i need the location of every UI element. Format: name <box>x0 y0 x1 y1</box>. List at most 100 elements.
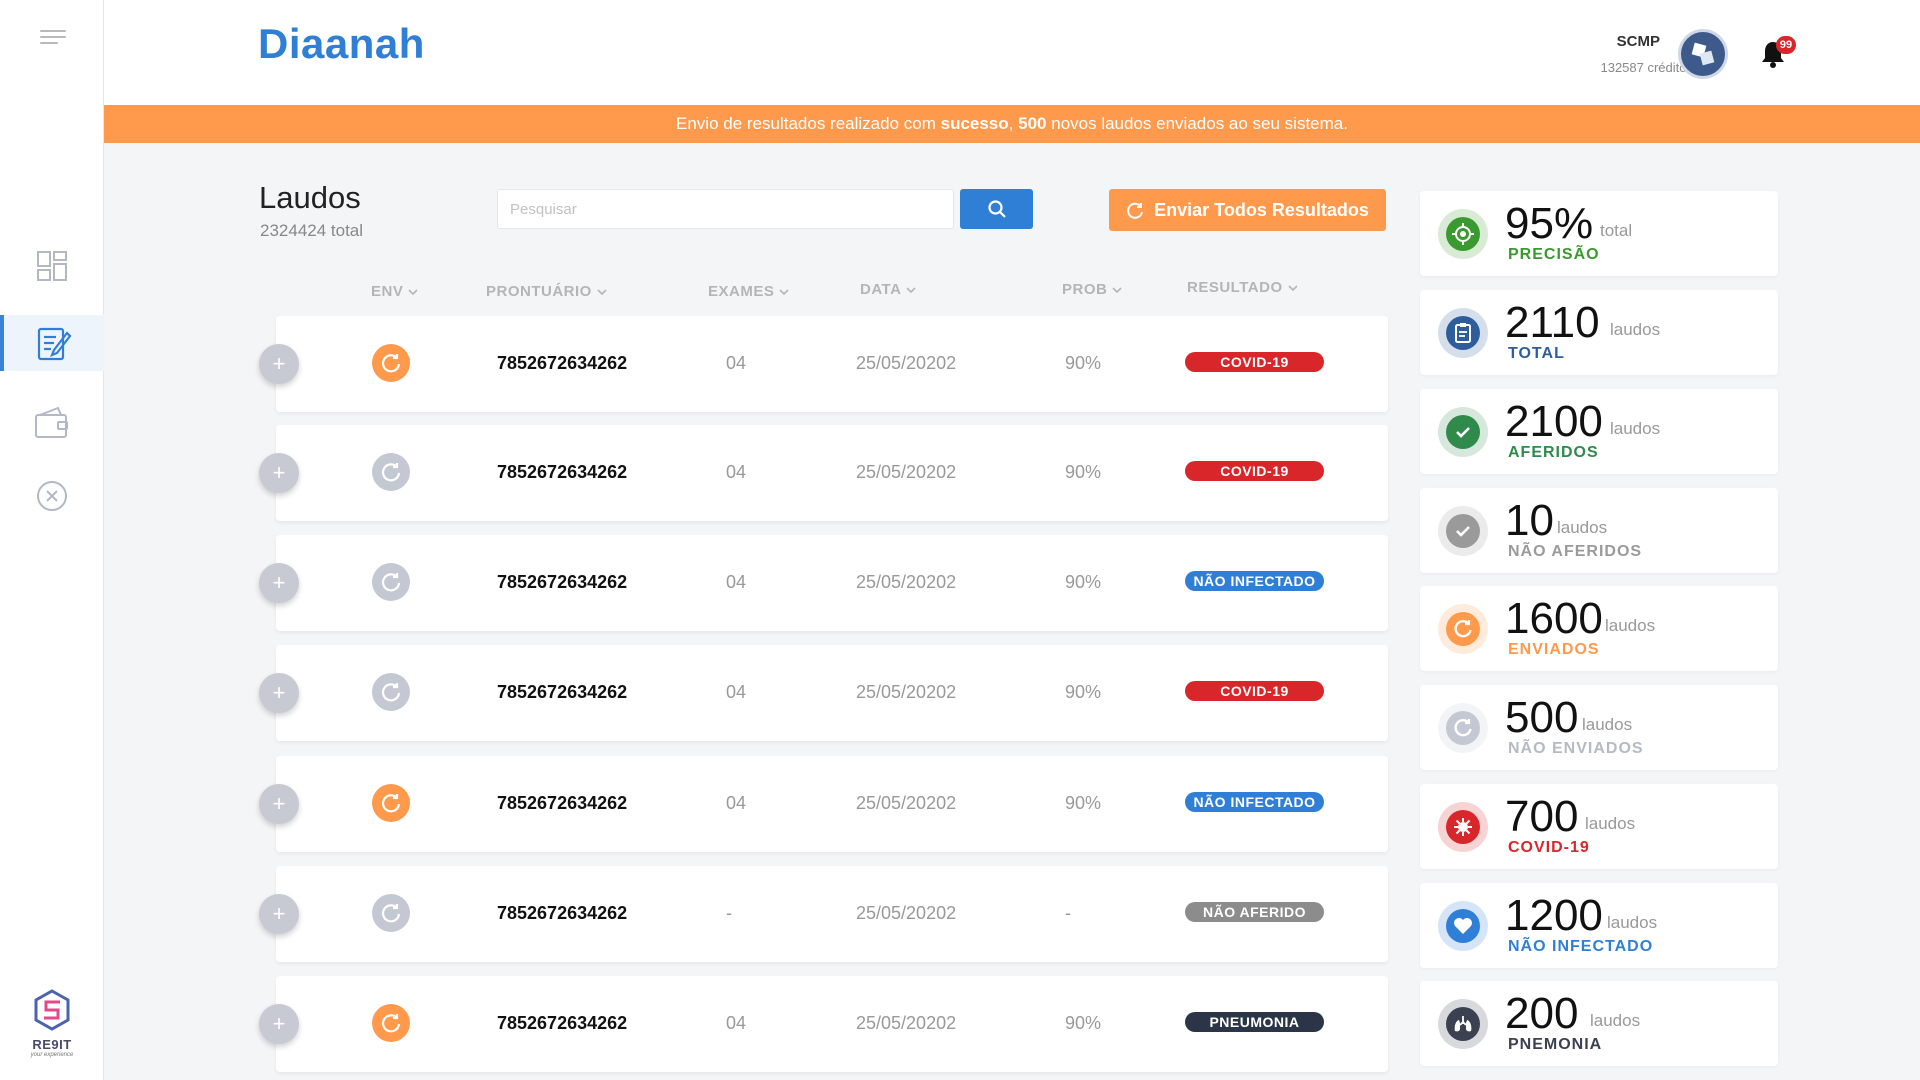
banner-text-prefix: Envio de resultados realizado com <box>676 114 936 133</box>
stat-card[interactable]: 10 laudos NÃO AFERIDOS <box>1420 488 1778 573</box>
chevron-down-icon <box>906 286 917 293</box>
env-status-button[interactable] <box>372 453 410 491</box>
stat-unit: laudos <box>1590 1011 1641 1030</box>
expand-row-button[interactable]: + <box>259 453 299 493</box>
expand-row-button[interactable]: + <box>259 344 299 384</box>
expand-row-button[interactable]: + <box>259 784 299 824</box>
stat-icon-ring <box>1438 308 1488 358</box>
virus-icon <box>1454 818 1472 836</box>
cell-prob: 90% <box>1065 353 1102 373</box>
sidebar-item-dashboard[interactable] <box>0 238 104 294</box>
search-input[interactable] <box>497 189 954 229</box>
env-status-button[interactable] <box>372 1004 410 1042</box>
expand-row-button[interactable]: + <box>259 563 299 603</box>
app-logo[interactable]: Diaanah <box>258 20 425 68</box>
cell-exames: 04 <box>726 572 747 592</box>
column-header-prontuario[interactable]: PRONTUÁRIO <box>486 283 607 300</box>
dashboard-icon <box>37 251 67 281</box>
stat-unit: laudos <box>1605 616 1656 635</box>
header: Diaanah SCMP 132587 créditos 99 <box>104 0 1920 105</box>
send-all-button[interactable]: Enviar Todos Resultados <box>1109 189 1386 231</box>
stat-card[interactable]: 1200 laudos NÃO INFECTADO <box>1420 883 1778 968</box>
stat-card[interactable]: 700 laudos COVID-19 <box>1420 784 1778 869</box>
env-status-button[interactable] <box>372 563 410 601</box>
column-header-prob[interactable]: PROB <box>1062 281 1122 298</box>
sidebar-item-laudos[interactable] <box>0 315 104 371</box>
chevron-down-icon <box>1288 284 1298 291</box>
sync-icon <box>381 573 401 592</box>
column-header-data[interactable]: DATA <box>860 281 917 298</box>
brand-tagline: your experience <box>30 1052 74 1058</box>
cell-exames: 04 <box>726 353 747 373</box>
cell-data: 25/05/20202 <box>856 793 957 813</box>
env-status-button[interactable] <box>372 784 410 822</box>
env-status-button[interactable] <box>372 673 410 711</box>
menu-icon[interactable] <box>40 30 66 46</box>
expand-row-button[interactable]: + <box>259 894 299 934</box>
avatar[interactable] <box>1678 29 1728 79</box>
status-badge: COVID-19 <box>1185 352 1324 372</box>
report-edit-icon <box>37 327 72 361</box>
cell-prontuario: 7852672634262 <box>497 682 628 702</box>
chevron-down-icon <box>1112 286 1122 293</box>
cell-prontuario: 7852672634262 <box>497 793 628 813</box>
search-icon <box>987 200 1006 218</box>
send-all-label: Enviar Todos Resultados <box>1154 199 1369 220</box>
cell-prob: - <box>1065 903 1071 923</box>
sync-icon <box>1454 619 1472 638</box>
stat-icon-badge <box>1446 711 1480 745</box>
stat-card[interactable]: 2110 laudos TOTAL <box>1420 290 1778 375</box>
stat-icon-badge <box>1446 909 1480 943</box>
stat-value: 1600 <box>1505 594 1603 643</box>
column-header-exames[interactable]: EXAMES <box>708 283 789 300</box>
stat-icon-badge <box>1446 810 1480 844</box>
cell-prob: 90% <box>1065 572 1102 592</box>
sidebar-item-wallet[interactable] <box>0 394 104 450</box>
stat-card[interactable]: 200 laudos PNEMONIA <box>1420 981 1778 1066</box>
cell-prob: 90% <box>1065 462 1102 482</box>
plus-icon: + <box>272 1011 286 1036</box>
stat-icon-ring <box>1438 901 1488 951</box>
sidebar-item-cancel[interactable] <box>0 468 104 524</box>
stat-icon-badge <box>1446 514 1480 548</box>
stat-label: PRECISÃO <box>1508 246 1600 263</box>
cell-exames: 04 <box>726 1013 747 1033</box>
wallet-icon <box>35 406 68 438</box>
stat-icon-ring <box>1438 999 1488 1049</box>
stat-unit: laudos <box>1607 913 1658 932</box>
sync-icon <box>1127 202 1144 219</box>
sync-icon <box>381 463 401 482</box>
stat-label: AFERIDOS <box>1508 444 1599 461</box>
expand-row-button[interactable]: + <box>259 673 299 713</box>
status-badge: NÃO INFECTADO <box>1185 571 1324 591</box>
stat-unit: laudos <box>1582 715 1633 734</box>
stat-card[interactable]: 95% total PRECISÃO <box>1420 191 1778 276</box>
stat-unit: laudos <box>1557 518 1608 537</box>
stat-card[interactable]: 500 laudos NÃO ENVIADOS <box>1420 685 1778 770</box>
stat-value: 10 <box>1505 496 1554 545</box>
user-name: SCMP <box>1616 33 1660 50</box>
stat-value: 95% <box>1505 199 1594 248</box>
plus-icon: + <box>272 680 286 705</box>
sidebar: RE9IT your experience <box>0 0 104 1080</box>
column-header-resultado[interactable]: RESULTADO <box>1187 279 1298 296</box>
stat-icon-badge <box>1446 1007 1480 1041</box>
expand-row-button[interactable]: + <box>259 1004 299 1044</box>
search-button[interactable] <box>960 189 1033 229</box>
stat-unit: laudos <box>1585 814 1636 833</box>
column-header-env[interactable]: ENV <box>371 283 418 300</box>
page-total: 2324424 total <box>260 221 364 240</box>
stat-card[interactable]: 2100 laudos AFERIDOS <box>1420 389 1778 474</box>
stat-label: NÃO INFECTADO <box>1508 938 1654 955</box>
stat-card[interactable]: 1600 laudos ENVIADOS <box>1420 586 1778 671</box>
env-status-button[interactable] <box>372 344 410 382</box>
env-status-button[interactable] <box>372 894 410 932</box>
clipboard-icon <box>1455 323 1471 343</box>
stat-label: NÃO AFERIDOS <box>1508 543 1643 560</box>
cell-data: 25/05/20202 <box>856 1013 957 1033</box>
cell-exames: 04 <box>726 793 747 813</box>
stat-value: 1200 <box>1505 891 1603 940</box>
user-logo-icon <box>1691 42 1715 66</box>
plus-icon: + <box>272 570 286 595</box>
notifications-button[interactable]: 99 <box>1760 36 1796 70</box>
